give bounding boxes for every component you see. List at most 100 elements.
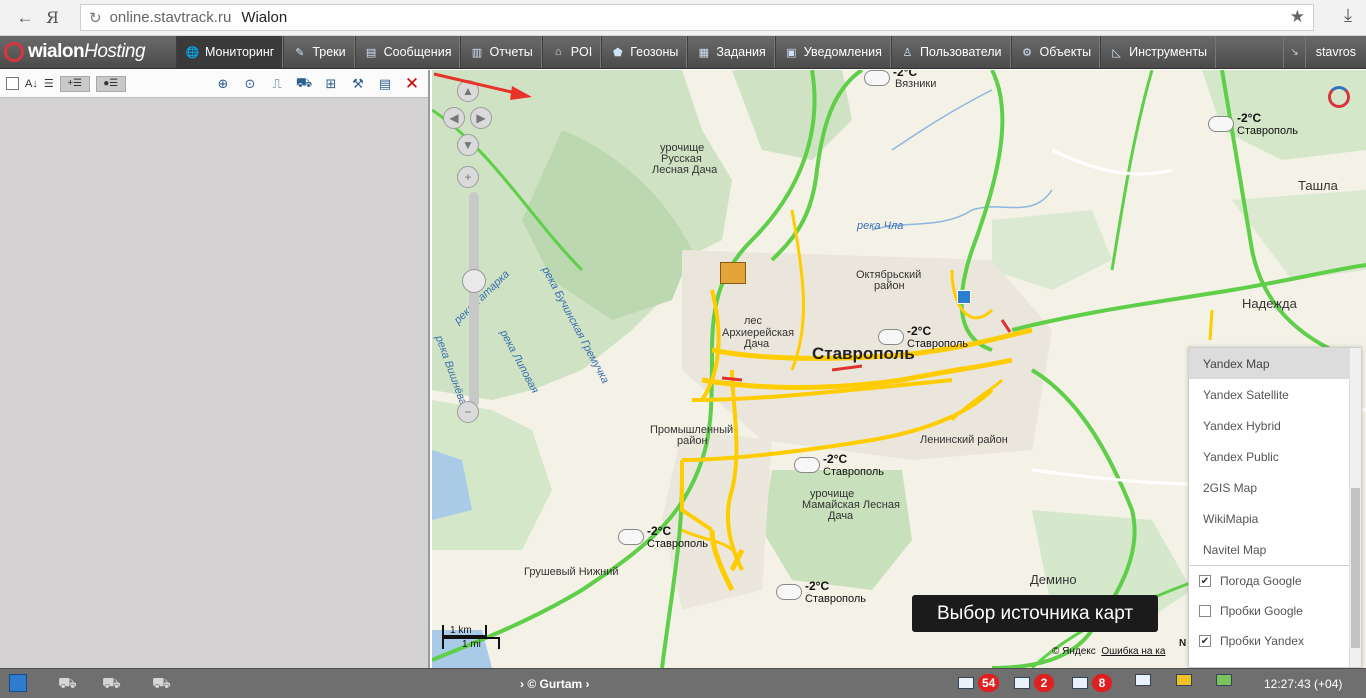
menu-label: Уведомления (803, 45, 882, 59)
menu-item-users[interactable]: ♙ Пользователи (890, 36, 1011, 68)
arrow-icon (433, 72, 532, 100)
gurtam-link[interactable]: › © Gurtam › (520, 677, 590, 691)
menu-item-messages[interactable]: ▤ Сообщения (354, 36, 461, 68)
events-badge: 2 (1034, 674, 1054, 692)
address-bar[interactable]: ↻ online.stavtrack.ru Wialon ★ (80, 4, 1314, 31)
menu-item-tracks[interactable]: ✎ Треки (283, 36, 355, 68)
checkbox-checked[interactable]: ✔ (1199, 575, 1211, 587)
overlay-traffic-yandex[interactable]: ✔ Пробки Yandex (1189, 626, 1361, 656)
user-menu[interactable]: stavros (1304, 36, 1366, 68)
menu-item-units[interactable]: ⚙ Объекты (1010, 36, 1101, 68)
menu-label: Сообщения (383, 45, 452, 59)
weather-temp: -2°C (893, 70, 918, 79)
weather-marker[interactable]: -2°C (864, 70, 917, 86)
zoom-slider-handle[interactable] (462, 269, 486, 293)
overlay-label: Погода Google (1220, 574, 1302, 588)
book-indicator[interactable] (1135, 674, 1151, 686)
events-indicator[interactable]: 2 (1014, 674, 1054, 692)
server-time: 12:27:43 (+04) (1264, 677, 1343, 691)
collapse-menu-icon[interactable]: ↘ (1283, 36, 1304, 68)
messages-icon: ▤ (365, 46, 377, 59)
map-view[interactable]: Вязники Ташла Надежда урочище Русская Ле… (432, 70, 1366, 668)
weather-marker[interactable]: -2°C Ставрополь (618, 525, 708, 550)
satellite-icon[interactable]: ⊞ (321, 75, 341, 93)
layer-wikimapia[interactable]: WikiMapia (1189, 503, 1361, 534)
url-page-title: Wialon (241, 9, 288, 26)
layer-navitel-map[interactable]: Navitel Map (1189, 534, 1361, 565)
menu-label: Треки (312, 45, 346, 59)
network-icon[interactable]: ⎍ (267, 75, 287, 93)
map-layers-indicator[interactable] (1176, 674, 1192, 686)
weather-temp: -2°C (805, 579, 830, 593)
truck-icon[interactable]: ⛟ (58, 675, 77, 694)
download-icon[interactable]: ⤓ (1344, 5, 1352, 26)
sort-az-icon[interactable]: A↓ (25, 75, 38, 93)
wialon-logo: wialon Hosting (0, 36, 176, 68)
overlay-traffic-google[interactable]: Пробки Google (1189, 596, 1361, 626)
cloud-icon (776, 584, 802, 600)
place-grush: Грушевый Нижний (524, 566, 619, 578)
layer-yandex-map[interactable]: Yandex Map (1189, 348, 1361, 379)
menu-item-notifications[interactable]: ▣ Уведомления (774, 36, 891, 68)
menu-item-poi[interactable]: ⌂ POI (541, 36, 602, 68)
weather-marker[interactable]: -2°C Ставрополь (794, 453, 884, 478)
locate-icon[interactable]: ⊕ (213, 75, 233, 93)
station-icon[interactable] (957, 290, 971, 304)
truck-name-icon[interactable]: ⛟ (102, 675, 121, 694)
overlay-weather-google[interactable]: ✔ Погода Google (1189, 566, 1361, 596)
menu-scrollbar[interactable] (1349, 348, 1361, 667)
pan-right-icon[interactable]: ▶ (470, 107, 492, 129)
weather-marker[interactable]: -2°C Ставрополь (776, 580, 866, 605)
menu-item-reports[interactable]: ▥ Отчеты (460, 36, 542, 68)
events-icon (1014, 677, 1030, 689)
show-units-button[interactable]: ●☰ (95, 75, 126, 92)
pan-left-icon[interactable]: ◀ (443, 107, 465, 129)
map-source-button[interactable] (1216, 674, 1232, 686)
add-units-button[interactable]: +☰ (59, 75, 90, 92)
menu-item-jobs[interactable]: ▦ Задания (687, 36, 775, 68)
weather-marker[interactable]: -2°C Ставрополь (1208, 112, 1298, 137)
pan-down-icon[interactable]: ▼ (457, 134, 479, 156)
weather-city: Ставрополь (907, 338, 969, 350)
wrench-icon[interactable]: ⚒ (348, 75, 368, 93)
weather-city: Ставрополь (647, 538, 709, 550)
bookmark-star-icon[interactable]: ★ (1290, 7, 1305, 27)
geofence-icon: ⬟ (612, 46, 623, 59)
checkbox-checked[interactable]: ✔ (1199, 635, 1211, 647)
arrow-left-icon[interactable]: ← (12, 5, 38, 31)
list-view-icon[interactable]: ☰ (44, 75, 54, 93)
yandex-browser-icon[interactable]: Я (46, 8, 59, 27)
messages-indicator[interactable]: 54 (958, 674, 1000, 692)
cloud-icon (864, 70, 890, 86)
zoom-in-icon[interactable]: + (457, 166, 479, 188)
truck-arrow-icon[interactable]: ⛟ (152, 675, 171, 694)
menu-scroll-thumb[interactable] (1351, 488, 1360, 648)
layer-yandex-satellite[interactable]: Yandex Satellite (1189, 379, 1361, 410)
building-marker-icon[interactable] (720, 262, 746, 284)
menu-item-monitoring[interactable]: 🌐 Мониторинг (176, 36, 284, 68)
checkbox-unchecked[interactable] (1199, 605, 1211, 617)
menu-item-geofences[interactable]: ⬟ Геозоны (601, 36, 688, 68)
panel-toggle-icon[interactable] (9, 674, 27, 692)
reload-icon[interactable]: ↻ (89, 9, 102, 27)
images-indicator[interactable]: 8 (1072, 674, 1112, 692)
messages-badge: 54 (978, 674, 1000, 692)
select-all-checkbox[interactable] (6, 77, 19, 90)
commands-icon[interactable]: ▤ (375, 75, 395, 93)
weather-marker[interactable]: -2°C Ставрополь (878, 325, 968, 350)
zoom-slider[interactable] (469, 192, 479, 407)
layer-yandex-public[interactable]: Yandex Public (1189, 441, 1361, 472)
status-bar: ⛟ ⛟ ⛟ › © Gurtam › 54 2 8 12:27:43 (+04) (0, 668, 1366, 698)
tools-icon: ◺ (1112, 46, 1121, 59)
place-demino: Демино (1030, 572, 1077, 587)
menu-label: Геозоны (630, 45, 679, 59)
vehicle-icon[interactable]: ⛟ (294, 75, 314, 93)
map-error-link[interactable]: Ошибка на ка (1101, 646, 1165, 657)
menu-item-tools[interactable]: ◺ Инструменты (1100, 36, 1217, 68)
menu-label: Пользователи (919, 45, 1002, 59)
signal-icon[interactable]: ⊙ (240, 75, 260, 93)
layer-2gis-map[interactable]: 2GIS Map (1189, 472, 1361, 503)
delete-icon[interactable]: ✕ (402, 74, 422, 93)
zoom-out-icon[interactable]: − (457, 401, 479, 423)
layer-yandex-hybrid[interactable]: Yandex Hybrid (1189, 410, 1361, 441)
